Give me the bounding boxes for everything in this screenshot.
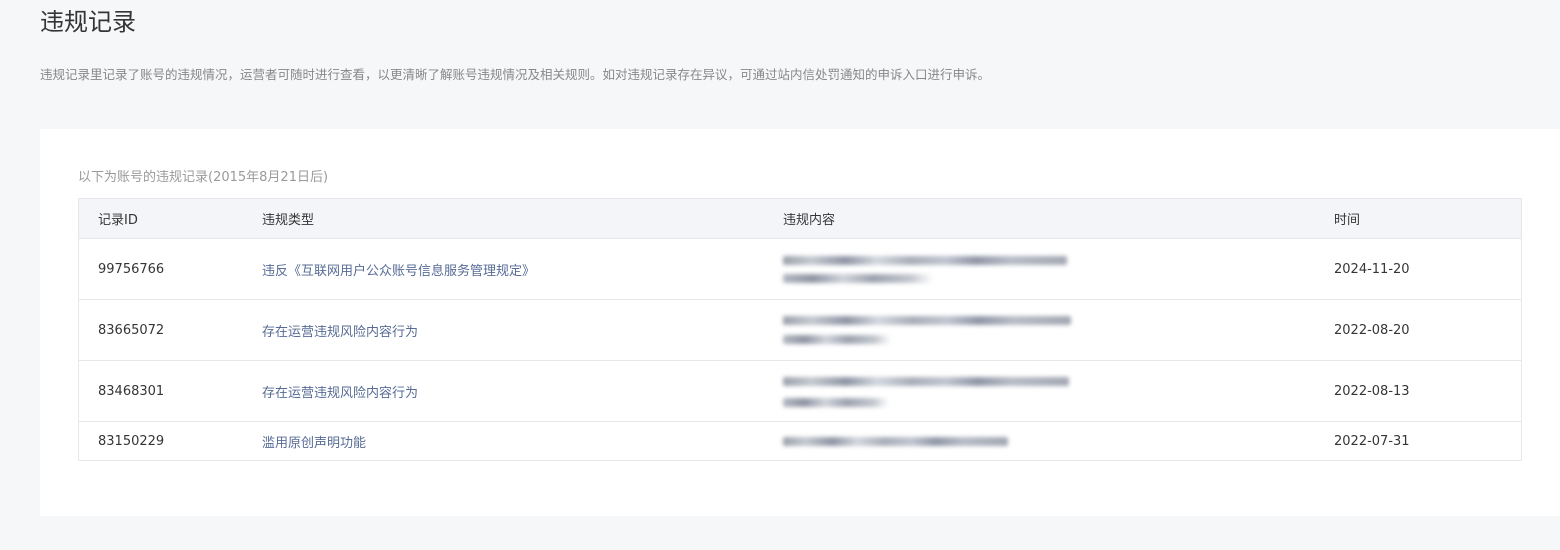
table-caption: 以下为账号的违规记录(2015年8月21日后) <box>78 170 329 185</box>
redacted-text-line <box>783 274 933 283</box>
record-id: 99756766 <box>98 261 165 277</box>
redacted-text-line <box>783 316 1071 325</box>
violation-records-panel: 以下为账号的违规记录(2015年8月21日后) 记录ID 违规类型 违规内容 时… <box>40 129 1560 516</box>
record-time: 2022-07-31 <box>1334 433 1410 449</box>
record-id: 83665072 <box>98 322 165 338</box>
violation-content-redacted <box>783 361 1083 421</box>
record-time: 2022-08-13 <box>1334 383 1410 399</box>
table-header-row: 记录ID 违规类型 违规内容 时间 <box>79 199 1521 238</box>
redacted-content-block <box>783 422 1073 460</box>
record-id: 83468301 <box>98 383 165 399</box>
table-row: 83150229 滥用原创声明功能 2022-07-31 <box>79 421 1521 460</box>
record-time: 2022-08-20 <box>1334 322 1410 338</box>
table-row: 83468301 存在运营违规风险内容行为 2022-08-13 <box>79 360 1521 421</box>
column-header-time: 时间 <box>1334 213 1361 228</box>
violation-content-redacted <box>783 239 1083 299</box>
page-title: 违规记录 <box>40 8 136 36</box>
violation-type-text: 违反《互联网用户公众账号信息服务管理规定》 <box>262 263 536 279</box>
violation-type: 存在运营违规风险内容行为 <box>262 361 762 421</box>
record-id: 83150229 <box>98 433 165 449</box>
violation-type: 存在运营违规风险内容行为 <box>262 300 762 360</box>
violation-type-text: 滥用原创声明功能 <box>262 435 367 451</box>
violation-records-table: 记录ID 违规类型 违规内容 时间 99756766 违反《互联网用户公众账号信… <box>78 198 1522 461</box>
violation-type: 滥用原创声明功能 <box>262 422 762 460</box>
redacted-text-line <box>783 256 1067 265</box>
redacted-content-block <box>783 300 1073 360</box>
redacted-text-line <box>783 335 891 344</box>
column-header-content: 违规内容 <box>783 213 836 228</box>
page-description: 违规记录里记录了账号的违规情况，运营者可随时进行查看，以更清晰了解账号违规情况及… <box>40 67 991 82</box>
column-header-id: 记录ID <box>98 213 138 228</box>
violation-type-text: 存在运营违规风险内容行为 <box>262 324 419 340</box>
table-row: 99756766 违反《互联网用户公众账号信息服务管理规定》 2024-11-2… <box>79 238 1521 299</box>
column-header-type: 违规类型 <box>262 213 315 228</box>
violation-type: 违反《互联网用户公众账号信息服务管理规定》 <box>262 239 762 299</box>
violation-type-text: 存在运营违规风险内容行为 <box>262 385 419 401</box>
redacted-text-line <box>783 437 1008 446</box>
violation-content-redacted <box>783 300 1083 360</box>
redacted-content-block <box>783 361 1073 421</box>
violation-content-redacted <box>783 422 1083 460</box>
redacted-text-line <box>783 377 1069 386</box>
record-time: 2024-11-20 <box>1334 261 1410 277</box>
redacted-text-line <box>783 398 889 407</box>
table-row: 83665072 存在运营违规风险内容行为 2022-08-20 <box>79 299 1521 360</box>
redacted-content-block <box>783 239 1073 299</box>
